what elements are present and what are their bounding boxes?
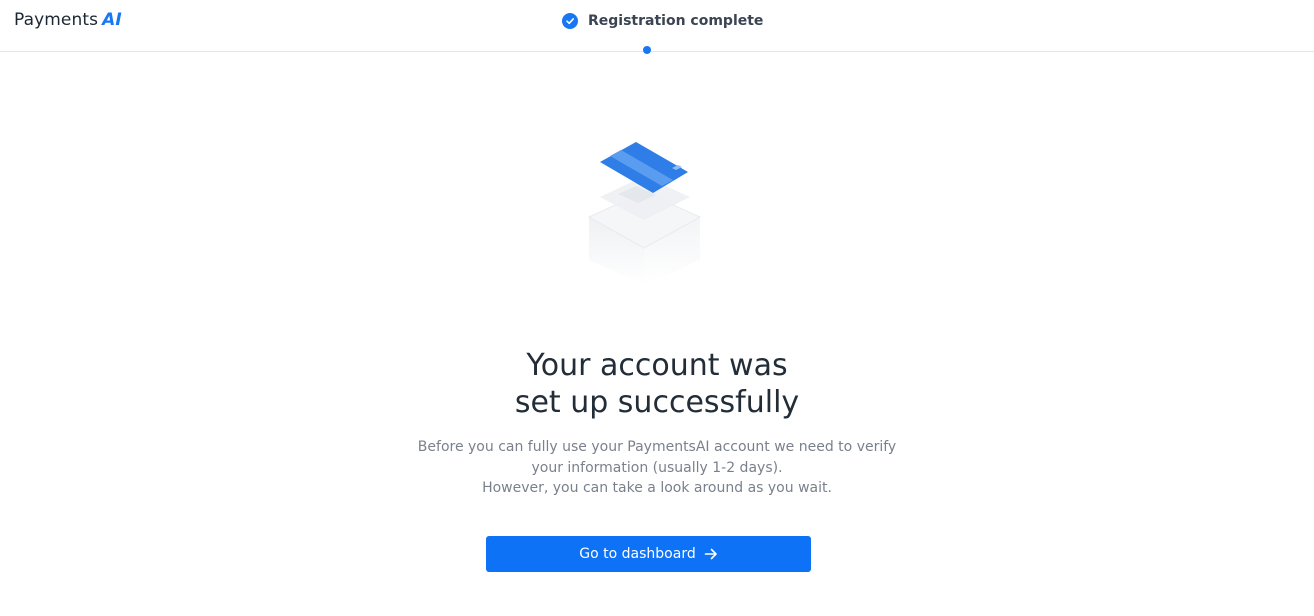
desc-line-1: Before you can fully use your PaymentsAI…: [417, 439, 897, 455]
title-line-2: set up successfully: [514, 385, 800, 420]
top-header: Payments AI Registration complete: [0, 0, 1314, 52]
desc-line-2: your information (usually 1-2 days).: [531, 459, 783, 476]
registration-step: Registration complete: [562, 12, 763, 30]
logo-text: Payments: [14, 10, 99, 30]
go-to-dashboard-button[interactable]: Go to dashboard: [486, 536, 811, 572]
title-line-1: Your account was: [526, 348, 788, 383]
payments-ai-logo[interactable]: Payments AI: [14, 10, 122, 30]
verification-description: Before you can fully use your PaymentsAI…: [357, 437, 957, 499]
cta-label: Go to dashboard: [579, 546, 696, 562]
credit-card-box-illustration: [580, 135, 710, 285]
logo-accent: AI: [102, 10, 122, 30]
active-step-indicator: [643, 46, 651, 54]
arrow-right-icon: [704, 548, 718, 560]
desc-line-3: However, you can take a look around as y…: [482, 480, 832, 496]
step-label: Registration complete: [588, 13, 764, 29]
check-circle-icon: [562, 13, 578, 29]
success-title: Your account was set up successfully: [357, 347, 957, 421]
